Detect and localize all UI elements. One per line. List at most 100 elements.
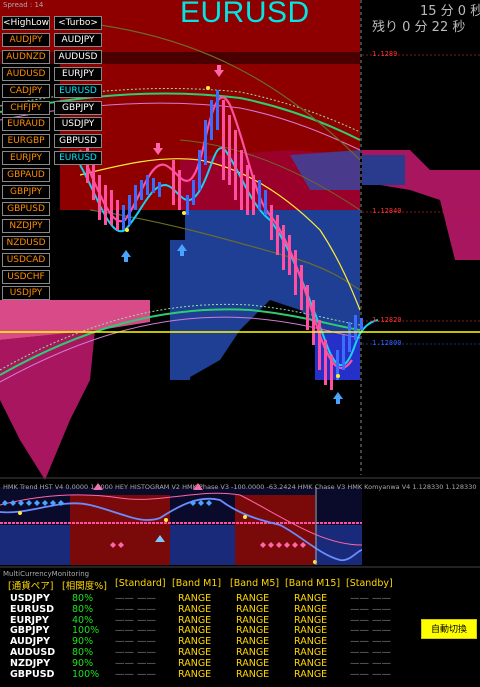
monitor-cell-stb: —— —— (350, 668, 392, 680)
pair-button-turbo[interactable]: <Turbo> (54, 16, 102, 30)
monitor-cell-pair: AUDUSD (10, 647, 56, 658)
monitor-cell-m5: RANGE (236, 636, 270, 648)
monitor-cell-std: —— —— (115, 657, 157, 669)
monitor-cell-stb: —— —— (350, 603, 392, 615)
pair-button-nzdjpy[interactable]: NZDJPY (2, 218, 50, 233)
monitor-cell-pair: EURUSD (10, 603, 54, 615)
monitor-cell-std: —— —— (115, 625, 157, 637)
monitor-header: [通貨ペア] (8, 581, 54, 592)
monitor-header: [Standard] (115, 578, 166, 589)
monitor-cell-corr: 100% (72, 668, 100, 680)
monitor-row: EURUSD 80% —— —— RANGE RANGE RANGE —— —— (0, 604, 400, 615)
monitor-header: [Band M1] (172, 578, 222, 589)
pair-button-highlow[interactable]: <HighLow> (2, 16, 50, 30)
pair-button-usdjpy[interactable]: USDJPY (2, 286, 50, 301)
monitor-cell-stb: —— —— (350, 593, 392, 604)
monitor-cell-corr: 90% (72, 636, 94, 648)
monitor-cell-m15: RANGE (294, 647, 328, 658)
monitor-cell-stb: —— —— (350, 636, 392, 648)
pair-button-eurusd[interactable]: EURUSD (54, 83, 102, 98)
purple-cloud-right (362, 155, 405, 185)
pair-button-usdjpy[interactable]: USDJPY (54, 117, 102, 132)
monitor-cell-corr: 100% (72, 625, 100, 637)
monitor-cell-m5: RANGE (236, 614, 270, 626)
pair-button-gbpjpy[interactable]: GBPJPY (2, 185, 50, 199)
pair-button-eurjpy[interactable]: EURJPY (2, 151, 50, 166)
monitor-cell-std: —— —— (115, 647, 157, 658)
sub-red-2 (235, 495, 315, 565)
monitor-cell-m15: RANGE (294, 657, 328, 669)
monitor-cell-std: —— —— (115, 603, 157, 615)
candle-timer-remaining: 残り 0 分 22 秒 (372, 20, 466, 35)
monitor-cell-stb: —— —— (350, 625, 392, 637)
pair-button-chfjpy[interactable]: CHFJPY (2, 100, 50, 115)
magenta-cloud-bottom (0, 330, 95, 480)
monitor-cell-m15: RANGE (294, 593, 328, 604)
spread-label: Spread : 14 (3, 1, 44, 9)
pair-button-gbpusd[interactable]: GBPUSD (2, 201, 50, 216)
monitor-cell-m5: RANGE (236, 625, 270, 637)
monitor-row: USDJPY 80% —— —— RANGE RANGE RANGE —— —— (0, 593, 400, 604)
monitor-cell-m1: RANGE (178, 657, 212, 669)
monitor-header: [相関度%] (62, 581, 107, 592)
monitor-title: MultiCurrencyMonitoring (3, 570, 90, 578)
monitor-cell-m15: RANGE (294, 625, 328, 637)
monitor-row: NZDJPY 90% —— —— RANGE RANGE RANGE —— —— (0, 658, 400, 669)
monitor-cell-stb: —— —— (350, 647, 392, 658)
monitor-row: EURJPY 40% —— —— RANGE RANGE RANGE —— —— (0, 615, 400, 626)
monitor-cell-std: —— —— (115, 593, 157, 604)
pair-button-eurgbp[interactable]: EURGBP (2, 134, 50, 149)
monitor-cell-m5: RANGE (236, 668, 270, 680)
monitor-cell-m1: RANGE (178, 593, 212, 604)
pair-button-eurjpy[interactable]: EURJPY (54, 66, 102, 81)
monitor-cell-corr: 80% (72, 647, 94, 658)
monitor-cell-m5: RANGE (236, 657, 270, 669)
monitor-cell-pair: EURJPY (10, 614, 49, 626)
monitor-row: AUDUSD 80% —— —— RANGE RANGE RANGE —— —— (0, 647, 400, 658)
pair-button-gbpjpy[interactable]: GBPJPY (54, 100, 102, 115)
monitor-row: GBPJPY 100% —— —— RANGE RANGE RANGE —— —— (0, 625, 400, 636)
pair-button-audusd[interactable]: AUDUSD (54, 49, 102, 64)
monitor-cell-corr: 80% (72, 593, 94, 604)
monitor-cell-m15: RANGE (294, 636, 328, 648)
monitor-cell-std: —— —— (115, 614, 157, 626)
price-tag: 1.12820 (372, 316, 402, 324)
monitor-cell-std: —— —— (115, 668, 157, 680)
monitor-cell-corr: 90% (72, 657, 94, 669)
price-tag: 1.12840 (372, 207, 402, 215)
monitor-cell-m1: RANGE (178, 647, 212, 658)
monitor-header: [Band M15] (285, 578, 341, 589)
monitor-cell-corr: 40% (72, 614, 94, 626)
monitor-header: [Standby] (346, 578, 393, 589)
pair-button-usdcad[interactable]: USDCAD (2, 252, 50, 267)
monitor-cell-m1: RANGE (178, 625, 212, 637)
pair-button-usdchf[interactable]: USDCHF (2, 269, 50, 284)
pair-button-audnzd[interactable]: AUDNZD (2, 49, 50, 64)
monitor-cell-std: —— —— (115, 636, 157, 648)
sub-red-1 (70, 495, 170, 565)
pair-button-audjpy[interactable]: AUDJPY (54, 32, 102, 47)
pair-button-gbpaud[interactable]: GBPAUD (2, 168, 50, 183)
monitor-cell-pair: AUDJPY (10, 636, 51, 648)
monitor-cell-m1: RANGE (178, 603, 212, 615)
pair-button-audjpy[interactable]: AUDJPY (2, 32, 50, 47)
monitor-cell-stb: —— —— (350, 657, 392, 669)
monitor-cell-m1: RANGE (178, 636, 212, 648)
up-arrow-icon (333, 392, 343, 404)
monitor-cell-corr: 80% (72, 603, 94, 615)
monitor-header: [Band M5] (230, 578, 280, 589)
up-arrow-icon (121, 250, 131, 262)
monitor-cell-m1: RANGE (178, 614, 212, 626)
pair-button-eurusd[interactable]: EURUSD (54, 151, 102, 166)
pair-button-gbpusd[interactable]: GBPUSD (54, 134, 102, 149)
auto-switch-button[interactable]: 自動切換 (421, 619, 477, 639)
monitor-cell-stb: —— —— (350, 614, 392, 626)
pair-button-audusd[interactable]: AUDUSD (2, 66, 50, 81)
pair-button-euraud[interactable]: EURAUD (2, 117, 50, 132)
pair-button-cadjpy[interactable]: CADJPY (2, 83, 50, 98)
pair-button-nzdusd[interactable]: NZDUSD (2, 235, 50, 250)
price-tag: 1.12800 (372, 339, 402, 347)
monitor-cell-pair: NZDJPY (10, 657, 51, 669)
monitor-cell-m15: RANGE (294, 603, 328, 615)
monitor-cell-pair: GBPUSD (10, 668, 55, 680)
